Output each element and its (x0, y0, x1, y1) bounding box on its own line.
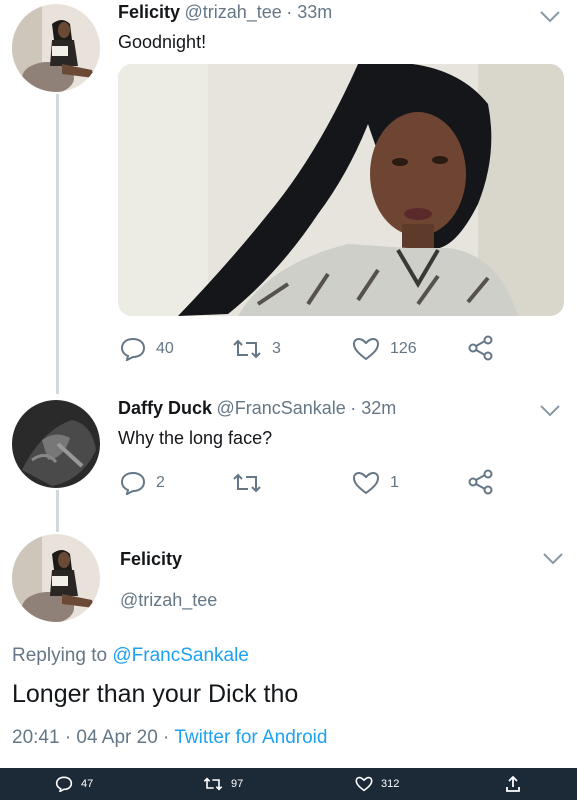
avatar[interactable] (12, 534, 100, 622)
reply-count: 2 (156, 474, 165, 491)
bottom-action-bar: 47 97 312 (0, 768, 577, 800)
thread-line (56, 490, 59, 532)
replying-to: Replying to @FrancSankale (12, 645, 249, 667)
replying-to-link[interactable]: @FrancSankale (112, 645, 249, 666)
author-handle[interactable]: @FrancSankale (216, 398, 345, 418)
author-name[interactable]: Felicity (118, 2, 180, 22)
reply-count: 47 (81, 778, 94, 790)
tweet-photo[interactable] (118, 64, 564, 316)
author-handle[interactable]: @trizah_tee (120, 590, 217, 611)
like-count: 1 (390, 474, 399, 491)
chevron-down-icon[interactable] (539, 10, 561, 24)
author-name[interactable]: Daffy Duck (118, 398, 212, 418)
like-icon (352, 337, 380, 361)
retweet-count: 3 (272, 340, 281, 357)
tweet-time[interactable]: · 32m (350, 398, 396, 418)
like-count: 312 (381, 778, 400, 790)
tweet-text: Why the long face? (118, 428, 273, 448)
retweet-button[interactable]: 97 (203, 776, 243, 792)
reply-icon (120, 337, 146, 361)
retweet-icon (203, 777, 223, 791)
reply-button[interactable]: 47 (55, 776, 93, 792)
retweet-icon (233, 473, 261, 493)
share-icon[interactable] (468, 469, 494, 495)
avatar[interactable] (12, 400, 100, 488)
retweet-count: 97 (231, 778, 244, 790)
tweet-time[interactable]: · 33m (286, 2, 332, 22)
like-count: 126 (390, 340, 417, 357)
like-icon (355, 776, 373, 792)
like-button[interactable]: 126 (352, 337, 417, 361)
tweet-text: Goodnight! (118, 32, 207, 52)
avatar[interactable] (12, 4, 100, 92)
reply-icon (120, 471, 146, 495)
like-icon (352, 471, 380, 495)
reply-icon (55, 776, 73, 792)
share-icon[interactable] (468, 335, 494, 361)
reply-count: 40 (156, 340, 174, 357)
thread-line (56, 94, 59, 394)
reply-button[interactable]: 2 (120, 471, 165, 495)
like-button[interactable]: 312 (355, 776, 399, 792)
retweet-button[interactable]: 3 (232, 337, 281, 361)
chevron-down-icon[interactable] (539, 404, 561, 418)
reply-button[interactable]: 40 (120, 337, 174, 361)
replying-prefix: Replying to (12, 645, 108, 666)
author-handle[interactable]: @trizah_tee (184, 2, 281, 22)
tweet-text: Longer than your Dick tho (12, 680, 299, 708)
tweet-timestamp[interactable]: 20:41 · 04 Apr 20 · (12, 727, 169, 748)
tweet-source-link[interactable]: Twitter for Android (174, 727, 327, 748)
author-name[interactable]: Felicity (120, 549, 182, 570)
share-icon[interactable] (505, 775, 521, 793)
chevron-down-icon[interactable] (542, 552, 564, 566)
retweet-icon (233, 339, 261, 359)
like-button[interactable]: 1 (352, 471, 399, 495)
retweet-button[interactable] (232, 471, 272, 495)
